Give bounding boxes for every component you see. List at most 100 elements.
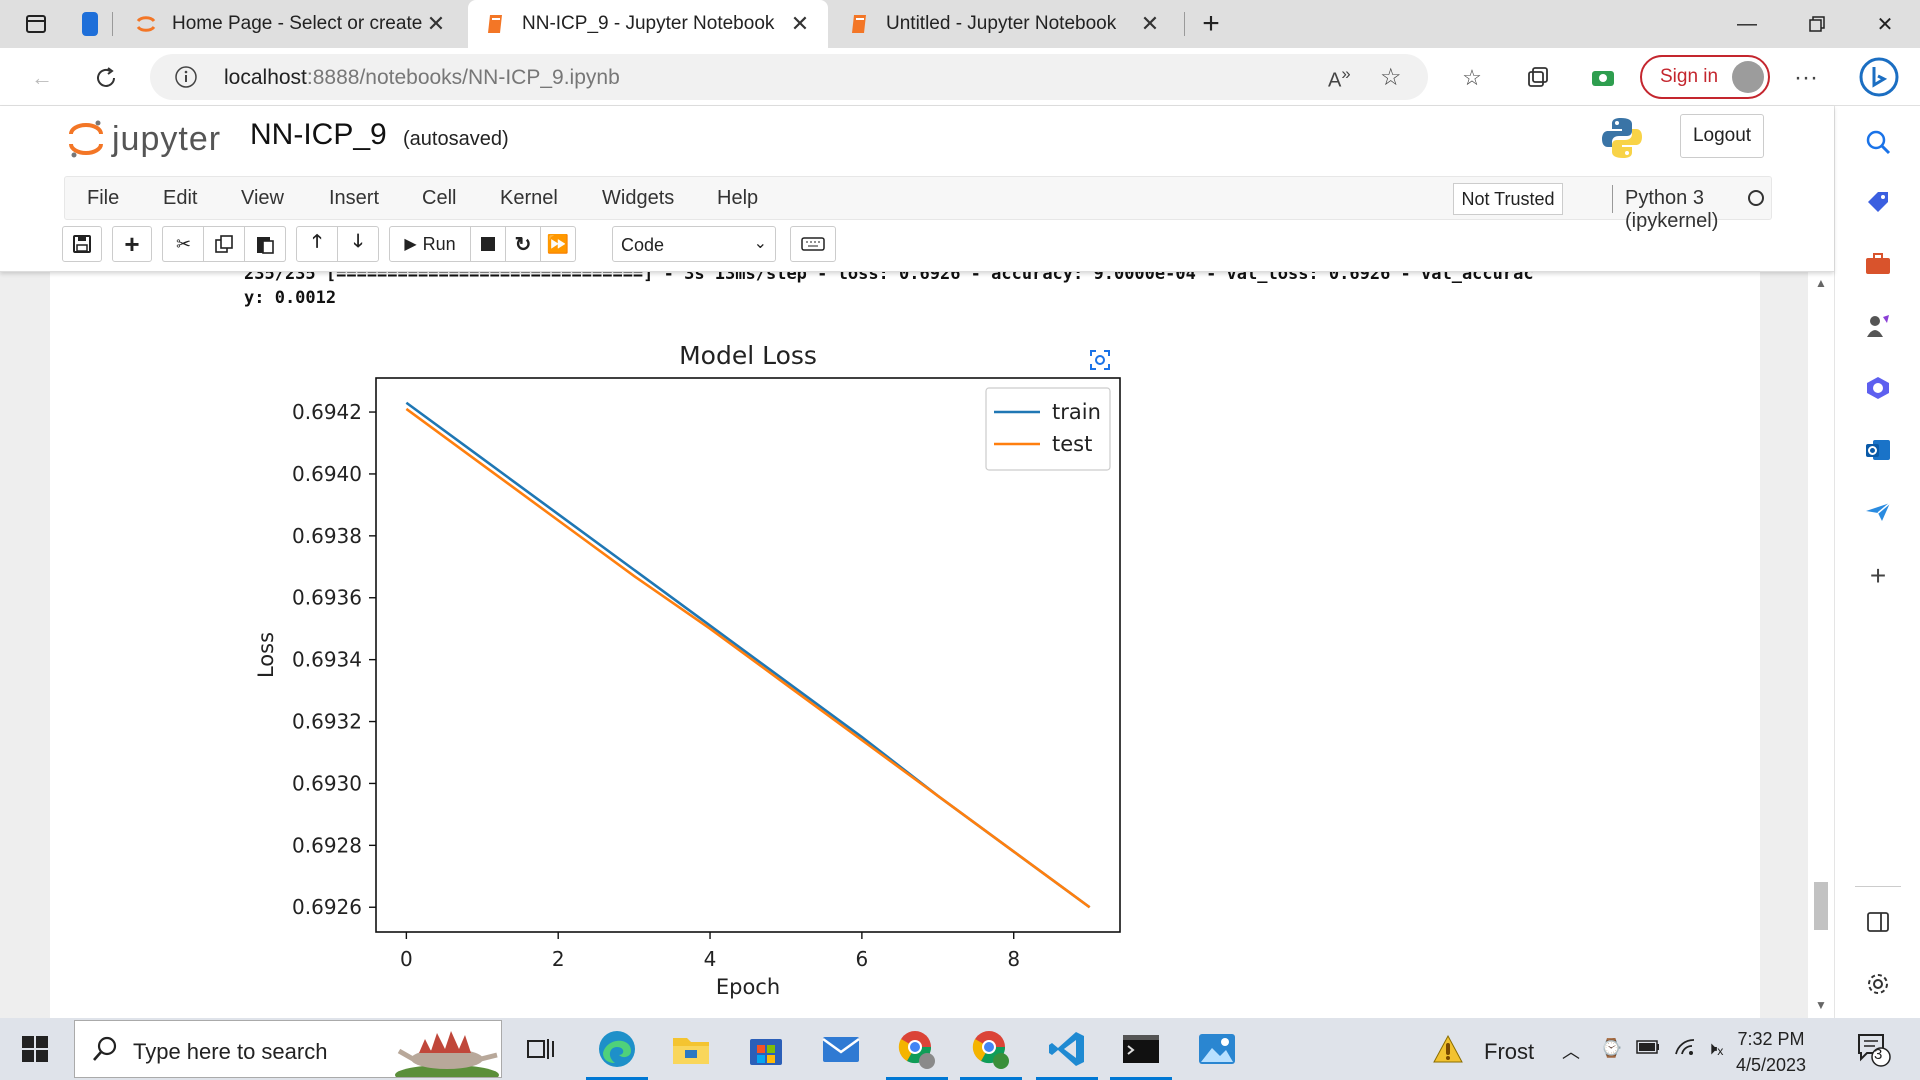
menu-edit[interactable]: Edit <box>163 187 197 210</box>
minimize-icon[interactable]: — <box>1712 0 1782 48</box>
taskbar-clock[interactable]: 7:32 PM 4/5/2023 <box>1736 1026 1806 1078</box>
chrome-profile-2-icon[interactable] <box>960 1028 1022 1080</box>
read-aloud-icon[interactable]: A» <box>1328 64 1351 93</box>
split-screen-icon[interactable] <box>1862 906 1894 938</box>
scroll-down-arrow-icon[interactable]: ▼ <box>1815 998 1827 1012</box>
legend-label: train <box>1052 400 1101 424</box>
x-tick-label: 0 <box>400 947 413 971</box>
menu-cell[interactable]: Cell <box>422 187 456 210</box>
taskbar-search-input[interactable]: Type here to search <box>74 1020 502 1080</box>
insert-cell-plus-icon[interactable]: + <box>112 226 152 262</box>
interrupt-stop-icon[interactable] <box>470 226 506 262</box>
y-tick-label: 0.6926 <box>292 895 362 919</box>
refresh-icon[interactable] <box>88 60 124 96</box>
tab-untitled[interactable]: Untitled - Jupyter Notebook ✕ <box>832 0 1178 48</box>
collections-icon[interactable] <box>1520 60 1556 96</box>
close-icon[interactable]: ✕ <box>788 11 812 37</box>
menu-insert[interactable]: Insert <box>329 187 379 210</box>
x-tick-label: 8 <box>1007 947 1020 971</box>
close-icon[interactable]: ✕ <box>424 11 448 37</box>
terminal-icon[interactable] <box>1110 1028 1172 1080</box>
windows-start-icon[interactable] <box>14 1028 56 1070</box>
menu-help[interactable]: Help <box>717 187 758 210</box>
fast-forward-icon[interactable]: ⏩ <box>540 226 576 262</box>
move-down-arrow-icon[interactable]: 🡓 <box>337 226 379 262</box>
menu-kernel[interactable]: Kernel <box>500 187 558 210</box>
windows-taskbar: Type here to search Frost ︿ ⌚ 🕨ₓ 7:32 PM… <box>0 1018 1920 1080</box>
back-arrow-icon[interactable]: ← <box>24 60 60 96</box>
bing-chat-icon[interactable] <box>1858 56 1900 98</box>
paste-icon[interactable] <box>244 226 286 262</box>
chevron-up-icon[interactable]: ︿ <box>1562 1038 1580 1064</box>
y-axis-label: Loss <box>254 632 278 678</box>
add-plus-icon[interactable]: + <box>1862 560 1894 592</box>
close-icon[interactable]: ✕ <box>1138 11 1162 37</box>
y-tick-label: 0.6942 <box>292 400 362 424</box>
task-view-icon[interactable] <box>520 1028 562 1070</box>
cut-scissors-icon[interactable]: ✂ <box>162 226 204 262</box>
keyboard-icon[interactable] <box>790 226 836 262</box>
y-tick-label: 0.6930 <box>292 771 362 795</box>
notebook-title[interactable]: NN-ICP_9 <box>250 118 387 152</box>
chrome-profile-icon[interactable] <box>886 1028 948 1080</box>
vscode-icon[interactable] <box>1036 1028 1098 1080</box>
save-icon[interactable] <box>62 226 102 262</box>
microsoft-365-icon[interactable] <box>1862 372 1894 404</box>
workspaces-icon[interactable] <box>74 8 106 40</box>
notifications-icon[interactable]: 3 <box>1852 1028 1894 1070</box>
mail-icon[interactable] <box>820 1028 862 1070</box>
shopping-tag-icon[interactable] <box>1862 186 1894 218</box>
menu-view[interactable]: View <box>241 187 284 210</box>
page-scrollbar[interactable]: ▲ ▼ <box>1808 272 1834 1018</box>
settings-gear-icon[interactable] <box>1862 968 1894 1000</box>
x-axis-label: Epoch <box>716 975 780 999</box>
sign-in-button[interactable]: Sign in <box>1640 55 1770 99</box>
y-tick-label: 0.6932 <box>292 710 362 734</box>
restore-icon[interactable] <box>1782 0 1852 48</box>
move-up-arrow-icon[interactable]: 🡑 <box>296 226 338 262</box>
search-icon[interactable] <box>1862 126 1894 158</box>
microsoft-store-icon[interactable] <box>745 1028 787 1070</box>
meet-now-icon[interactable]: ⌚ <box>1600 1038 1622 1059</box>
jupyter-logo[interactable]: jupyter <box>68 118 221 160</box>
outlook-icon[interactable] <box>1862 434 1894 466</box>
extension-icon[interactable] <box>1586 60 1622 96</box>
expand-figure-icon[interactable] <box>1086 346 1114 374</box>
tab-actions-icon[interactable] <box>20 8 52 40</box>
volume-muted-icon[interactable]: 🕨ₓ <box>1706 1038 1723 1059</box>
file-explorer-icon[interactable] <box>670 1028 712 1070</box>
tab-home-page[interactable]: Home Page - Select or create a n ✕ <box>118 0 464 48</box>
weather-widget[interactable]: Frost <box>1432 1034 1534 1070</box>
run-button[interactable]: ▶ Run <box>389 226 471 262</box>
tab-title: NN-ICP_9 - Jupyter Notebook <box>522 13 775 34</box>
jupyter-logo-text: jupyter <box>112 119 222 158</box>
more-options-icon[interactable]: ··· <box>1788 60 1824 96</box>
scroll-up-arrow-icon[interactable]: ▲ <box>1815 276 1827 290</box>
add-favorite-icon[interactable]: ☆ <box>1380 63 1402 92</box>
trust-status-button[interactable]: Not Trusted <box>1453 183 1563 215</box>
copy-icon[interactable] <box>203 226 245 262</box>
logout-button[interactable]: Logout <box>1680 114 1764 158</box>
search-icon <box>91 1035 119 1068</box>
favorites-icon[interactable]: ☆ <box>1454 60 1490 96</box>
menu-widgets[interactable]: Widgets <box>602 187 674 210</box>
battery-icon[interactable] <box>1636 1038 1660 1059</box>
restart-icon[interactable]: ↻ <box>505 226 541 262</box>
new-tab-plus-icon[interactable]: + <box>1195 7 1227 40</box>
scrollbar-thumb[interactable] <box>1814 882 1828 930</box>
cell-type-select[interactable]: Code ⌄ <box>612 226 776 262</box>
browser-tab-bar: Home Page - Select or create a n ✕ NN-IC… <box>0 0 1920 48</box>
photos-icon[interactable] <box>1196 1028 1238 1070</box>
clock-date: 4/5/2023 <box>1736 1055 1807 1075</box>
url-input[interactable]: localhost:8888/notebooks/NN-ICP_9.ipynb … <box>150 54 1428 100</box>
tools-briefcase-icon[interactable] <box>1862 248 1894 280</box>
menu-file[interactable]: File <box>87 187 119 210</box>
jupyter-logo-icon <box>69 120 103 158</box>
send-icon[interactable] <box>1862 496 1894 528</box>
wifi-icon[interactable] <box>1674 1038 1696 1061</box>
edge-browser-icon[interactable] <box>586 1028 648 1080</box>
close-window-icon[interactable]: ✕ <box>1850 0 1920 48</box>
games-icon[interactable] <box>1862 310 1894 342</box>
tab-nn-icp-9[interactable]: NN-ICP_9 - Jupyter Notebook ✕ <box>468 0 828 48</box>
info-icon[interactable] <box>174 65 198 94</box>
